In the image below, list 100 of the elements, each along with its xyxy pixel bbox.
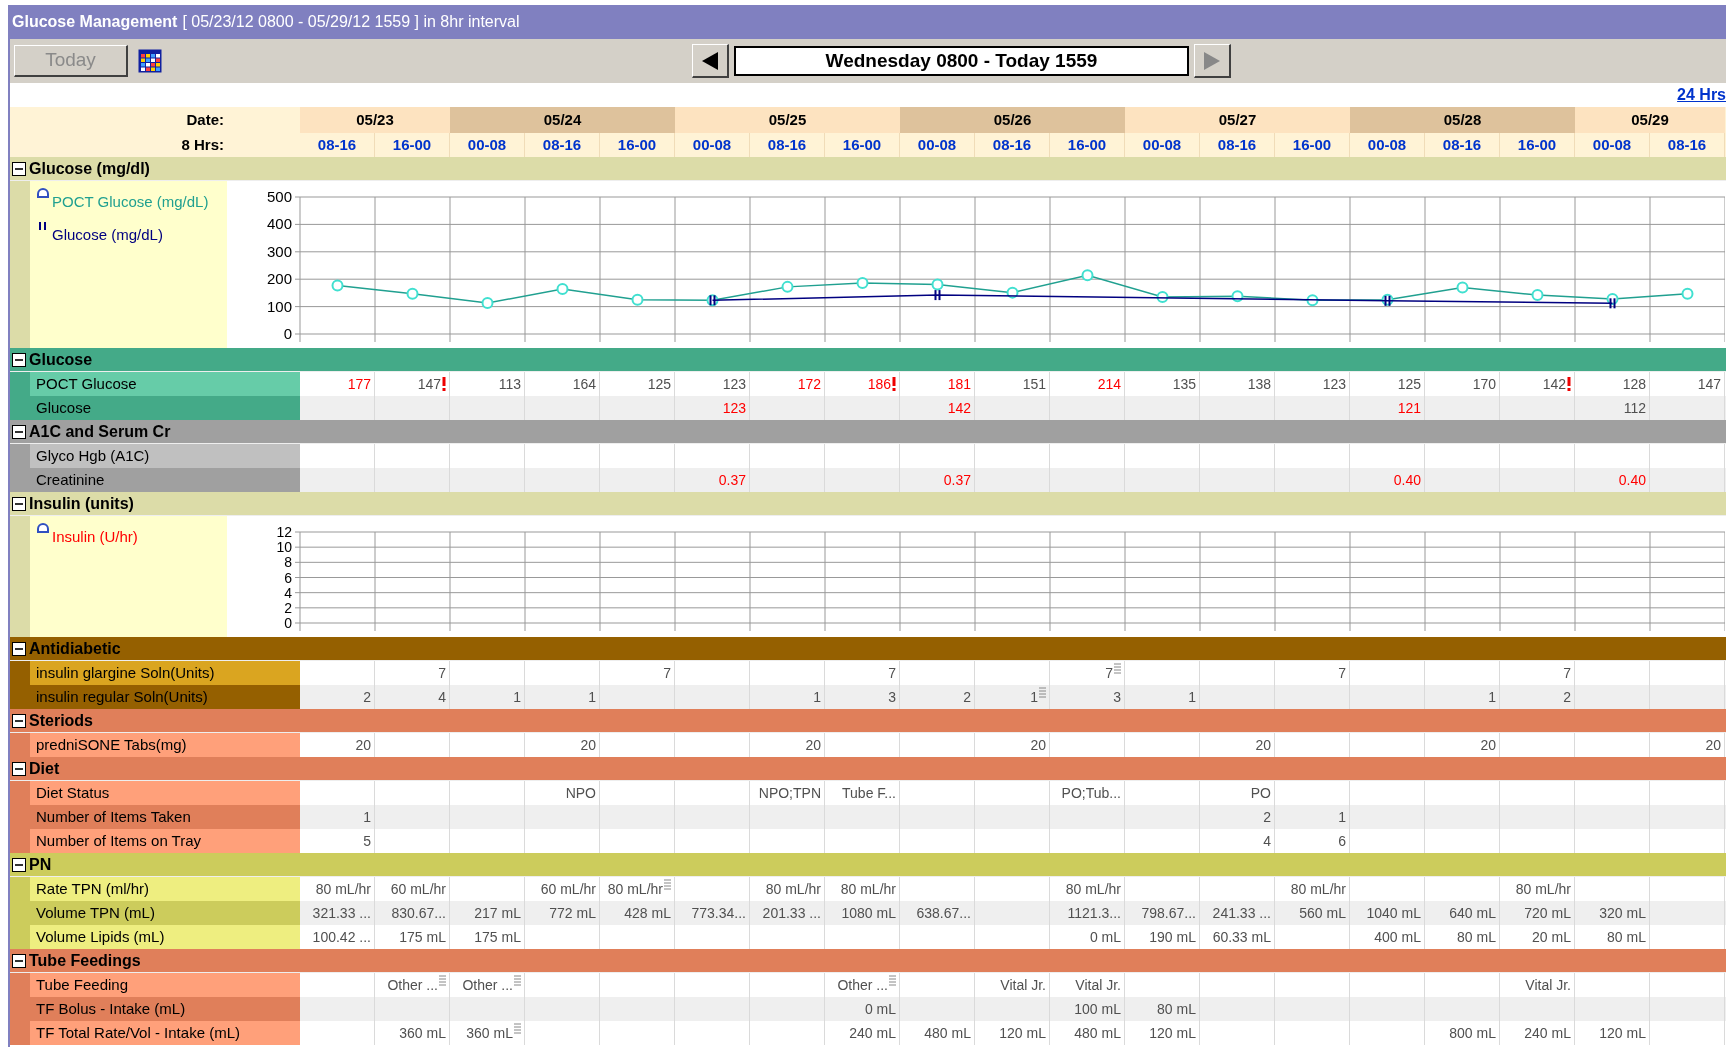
cell-value: 123 [722, 374, 746, 394]
cell-value: Other ... [462, 975, 513, 995]
y-tick-label: 300 [266, 242, 292, 260]
cell-value: 800 mL [1449, 1023, 1496, 1043]
cell-value: 2 [363, 687, 371, 707]
cell-value: 123 [722, 398, 746, 418]
y-tick-label: 200 [266, 270, 292, 288]
cell-value: 773.34... [691, 903, 746, 923]
cell-value: 3 [888, 687, 896, 707]
y-tick-label: 400 [266, 215, 292, 233]
cell-value: Other ... [387, 975, 438, 995]
cell-value: 20 [1705, 735, 1721, 755]
cell-value: 7 [1563, 663, 1571, 683]
row-label: Diet Status [10, 781, 300, 805]
cell-value: Other ... [837, 975, 888, 995]
cell-value: 121 [1397, 398, 1421, 418]
row-label: Number of Items on Tray [10, 829, 300, 853]
cell-value: 428 mL [624, 903, 671, 923]
cell-value: 480 mL [1074, 1023, 1121, 1043]
cell-value: 241.33 ... [1212, 903, 1271, 923]
cell-value: NPO;TPN [758, 783, 821, 803]
cell-value: 186 [867, 374, 891, 394]
cell-value: 1040 mL [1366, 903, 1421, 923]
cell-value: 80 mL [1157, 999, 1196, 1019]
row-label: Volume Lipids (mL) [10, 925, 300, 949]
cell-value: 6 [1338, 831, 1346, 851]
date-header: 05/27 [1125, 107, 1350, 133]
cell-value: 172 [797, 374, 821, 394]
cell-value: 1 [1338, 807, 1346, 827]
cell-value: Vital Jr. [1000, 975, 1046, 995]
y-tick-label: 0 [283, 325, 292, 342]
cell-value: 80 mL/hr [765, 879, 821, 899]
cell-value: 7 [1105, 663, 1113, 683]
cell-value: 138 [1247, 374, 1271, 394]
row-label: POCT Glucose [10, 372, 300, 396]
cell-value: 80 mL/hr [1515, 879, 1571, 899]
date-header: 05/29 [1575, 107, 1725, 133]
y-tick-label: 100 [266, 297, 292, 315]
cell-value: 2 [963, 687, 971, 707]
date-header: 05/28 [1350, 107, 1575, 133]
cell-value: 175 mL [474, 927, 521, 947]
date-header: 05/26 [900, 107, 1125, 133]
cell-value: 151 [1022, 374, 1046, 394]
row-label: Creatinine [10, 468, 300, 492]
date-range: [ 05/23/12 0800 - 05/29/12 1559 ] in 8hr interval [182, 12, 520, 32]
cell-value: 60 mL/hr [390, 879, 446, 899]
cell-value: 0.40 [1393, 470, 1421, 490]
y-tick-label: 8 [284, 554, 292, 571]
cell-value: 80 mL/hr [607, 879, 663, 899]
y-tick-label: 10 [276, 539, 292, 556]
row-label: Glucose [10, 396, 300, 420]
cell-value: 772 mL [549, 903, 596, 923]
cell-value: 20 [1030, 735, 1046, 755]
row-label: Rate TPN (ml/hr) [10, 877, 300, 901]
cell-value: 1 [513, 687, 521, 707]
cell-value: 60.33 mL [1212, 927, 1271, 947]
cell-value: 20 mL [1532, 927, 1571, 947]
cell-value: 100.42 ... [312, 927, 371, 947]
cell-value: 1 [363, 807, 371, 827]
row-label: Tube Feeding [10, 973, 300, 997]
row-label: TF Bolus - Intake (mL) [10, 997, 300, 1021]
window-title: Glucose Management [12, 12, 178, 32]
cell-value: 2 [1563, 687, 1571, 707]
y-tick-label: 6 [284, 569, 292, 586]
cell-value: Tube F... [842, 783, 896, 803]
cell-value: 175 mL [399, 927, 446, 947]
cell-value: 360 mL [466, 1023, 513, 1043]
row-label: insulin glargine Soln(Units) [10, 661, 300, 685]
cell-value: 80 mL/hr [315, 879, 371, 899]
row-label: Number of Items Taken [10, 805, 300, 829]
y-tick-label: 12 [276, 524, 292, 540]
date-header: 05/24 [450, 107, 675, 133]
cell-value: 177 [347, 374, 371, 394]
cell-value: 20 [1255, 735, 1271, 755]
cell-value: 4 [1263, 831, 1271, 851]
y-tick-label: 500 [266, 188, 292, 205]
cell-value: 181 [947, 374, 971, 394]
cell-value: 142 [1542, 374, 1566, 394]
cell-value: 120 mL [999, 1023, 1046, 1043]
legend-label: POCT Glucose (mg/dL) [52, 192, 209, 212]
section-title: Diet [29, 758, 60, 779]
row-label: Glyco Hgb (A1C) [10, 444, 300, 468]
legend-label: Insulin (U/hr) [52, 527, 138, 547]
cell-value: 0.37 [718, 470, 746, 490]
cell-value: 201.33 ... [762, 903, 821, 923]
cell-value: PO;Tub... [1061, 783, 1121, 803]
cell-value: 640 mL [1449, 903, 1496, 923]
section-title: Insulin (units) [29, 493, 134, 514]
row-label: insulin regular Soln(Units) [10, 685, 300, 709]
cell-value: Vital Jr. [1525, 975, 1571, 995]
cell-value: 20 [1480, 735, 1496, 755]
cell-value: 1 [813, 687, 821, 707]
cell-value: 4 [438, 687, 446, 707]
cell-value: 135 [1172, 374, 1196, 394]
cell-value: Vital Jr. [1075, 975, 1121, 995]
section-title: Glucose (mg/dl) [29, 158, 150, 179]
cell-value: 100 mL [1074, 999, 1121, 1019]
date-label: Date: [185, 109, 225, 130]
section-title: Tube Feedings [29, 950, 141, 971]
cell-value: 830.67... [391, 903, 446, 923]
